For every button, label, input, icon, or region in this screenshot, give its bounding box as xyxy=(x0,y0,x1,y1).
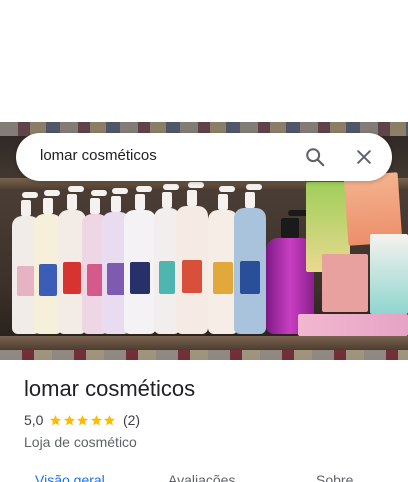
tab-about[interactable]: Sobre xyxy=(316,472,353,482)
star-icon xyxy=(104,414,116,425)
product-box xyxy=(298,314,408,336)
star-icon xyxy=(91,414,102,425)
rating-row[interactable]: 5,0 (2) xyxy=(24,412,140,428)
shelf-bottom-products xyxy=(0,350,408,360)
rating-value: 5,0 xyxy=(24,412,44,428)
place-tabs: Visão geral Avaliações Sobre xyxy=(0,470,408,482)
star-icon xyxy=(77,414,89,425)
star-icon xyxy=(64,414,75,425)
place-title: lomar cosméticos xyxy=(24,376,196,401)
bottle xyxy=(176,182,208,334)
place-category[interactable]: Loja de cosmético xyxy=(24,434,137,450)
search-input[interactable]: lomar cosméticos xyxy=(40,147,157,164)
shelf-lower xyxy=(0,336,408,350)
search-icon[interactable] xyxy=(304,146,326,168)
search-bar[interactable]: lomar cosméticos xyxy=(16,133,392,181)
review-count[interactable]: (2) xyxy=(123,412,140,428)
map-blank-area xyxy=(0,0,408,122)
bottle xyxy=(234,184,266,334)
close-icon[interactable] xyxy=(354,147,374,167)
bottle xyxy=(124,186,156,334)
product-box xyxy=(322,254,368,312)
tab-overview[interactable]: Visão geral xyxy=(35,472,105,482)
product-box xyxy=(370,234,408,314)
star-icon xyxy=(50,414,62,425)
rating-stars xyxy=(49,414,117,427)
tab-reviews[interactable]: Avaliações xyxy=(168,472,235,482)
